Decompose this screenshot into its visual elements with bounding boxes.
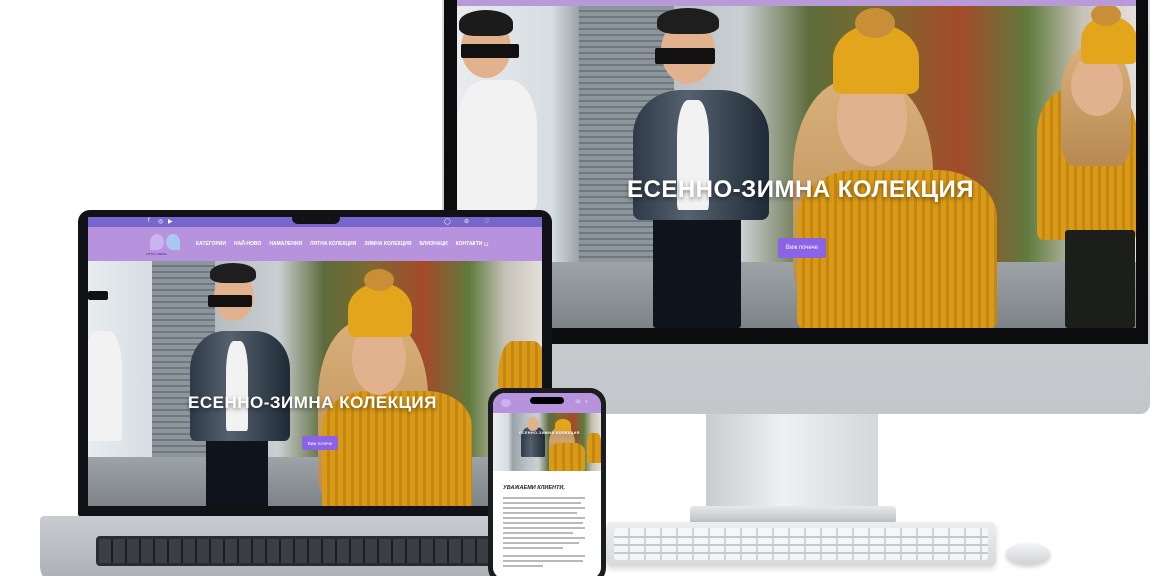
laptop-hero: ЕСЕННО-ЗИМНА КОЛЕКЦИЯ Виж почече: [88, 261, 542, 506]
notice-heading: УВАЖАЕМИ КЛИЕНТИ,: [503, 485, 565, 491]
notice-line: [503, 555, 585, 557]
nav-item-summer[interactable]: ЛЯТНА КОЛЕКЦИЯ: [310, 241, 356, 247]
cart-icon[interactable]: ⊘: [464, 218, 469, 225]
boy-hair: [657, 8, 719, 34]
notice-line: [503, 560, 583, 562]
site-logo[interactable]: LITTLE ANGEL: [146, 230, 186, 258]
notice-line: [503, 522, 583, 524]
device-mockup-stage: ЕСЕННО-ЗИМНА КОЛЕКЦИЯ Виж почече f ◎ ▶ ◯…: [0, 0, 1170, 576]
nav-item-twins[interactable]: БЛИЗНАЦИ: [419, 241, 447, 247]
site-nav: LITTLE ANGEL КАТЕГОРИИ НАЙ-НОВО НАМАЛЕНИ…: [88, 227, 542, 261]
boy-hair: [210, 263, 256, 283]
keyboard-row: [614, 544, 988, 546]
facebook-icon[interactable]: f: [148, 218, 150, 224]
notice-line: [503, 565, 543, 567]
boy-pants: [206, 433, 268, 506]
mobile-notice: УВАЖАЕМИ КЛИЕНТИ,: [493, 471, 601, 576]
notice-line: [503, 527, 585, 529]
cart-icon[interactable]: ⊔: [484, 241, 489, 248]
girl-knit-hat: [555, 419, 571, 431]
phone-dynamic-island: [530, 397, 564, 404]
phone-icon[interactable]: ☏: [575, 399, 581, 405]
youtube-icon[interactable]: ▶: [168, 218, 173, 225]
logo-wing-left: [150, 234, 164, 250]
notice-line: [503, 532, 573, 534]
hat-pompom: [855, 8, 895, 38]
left-boy-sunglasses: [461, 44, 519, 58]
phone-screen: ☏ ⌕ ЕСЕННО-ЗИМНА КОЛЕКЦИЯ УВАЖАЕМИ КЛИЕН…: [493, 393, 601, 576]
notice-line: [503, 502, 581, 504]
user-icon[interactable]: ◯: [444, 218, 451, 225]
left-boy-shirt: [457, 80, 537, 210]
right-girl-sweater: [587, 433, 601, 463]
pavement: [88, 457, 542, 506]
monitor-screen: ЕСЕННО-ЗИМНА КОЛЕКЦИЯ Виж почече: [457, 0, 1136, 328]
hat-pompom: [364, 269, 394, 291]
heart-icon[interactable]: ♡: [484, 218, 489, 225]
search-icon[interactable]: ⌕: [585, 399, 588, 405]
keyboard-row: [614, 536, 988, 538]
notice-line: [503, 517, 585, 519]
boy-sunglasses: [208, 295, 252, 307]
nav-item-sale[interactable]: НАМАЛЕНИЯ: [269, 241, 302, 247]
hero-image: [493, 413, 601, 471]
keyboard-row: [614, 552, 988, 554]
mobile-hero: ЕСЕННО-ЗИМНА КОЛЕКЦИЯ: [493, 413, 601, 471]
boy-shirt: [226, 341, 248, 431]
keyboard: [606, 522, 996, 566]
nav-strip: [457, 0, 1136, 6]
girl-knit-hat: [348, 283, 412, 337]
hero-cta-button[interactable]: Виж почече: [302, 436, 338, 450]
site-logo[interactable]: [501, 399, 511, 407]
laptop-keyboard: [96, 536, 536, 566]
left-boy-shirt: [88, 331, 122, 441]
notice-line: [503, 537, 585, 539]
boy-sunglasses: [655, 48, 715, 64]
search-icon[interactable]: ⌕: [472, 241, 475, 248]
left-boy-sunglasses: [88, 291, 108, 300]
notice-line: [503, 542, 579, 544]
monitor-stand-neck: [706, 414, 878, 510]
right-girl-pants: [1065, 230, 1135, 328]
boy-head: [527, 417, 539, 431]
boy-pants: [653, 210, 741, 328]
hero-title: ЕСЕННО-ЗИМНА КОЛЕКЦИЯ: [188, 393, 437, 412]
nav-item-newest[interactable]: НАЙ-НОВО: [234, 241, 261, 247]
logo-wing-right: [166, 234, 180, 250]
laptop-keys: [99, 539, 533, 563]
notice-line: [503, 507, 585, 509]
laptop-screen: f ◎ ▶ ◯ ⊘ ♡ LITTLE ANGEL КАТЕГОРИИ НАЙ-Н…: [88, 217, 542, 506]
nav-item-contacts[interactable]: КОНТАКТИ: [456, 241, 483, 247]
nav-item-categories[interactable]: КАТЕГОРИИ: [196, 241, 226, 247]
hero-title: ЕСЕННО-ЗИМНА КОЛЕКЦИЯ: [519, 431, 580, 435]
left-boy-hair: [459, 10, 513, 36]
notice-line: [503, 497, 585, 499]
hero-image: [457, 0, 1136, 328]
right-hat-pompom: [1091, 4, 1121, 26]
instagram-icon[interactable]: ◎: [158, 218, 163, 225]
logo-text: LITTLE ANGEL: [146, 252, 168, 256]
hero-cta-button[interactable]: Виж почече: [778, 238, 826, 258]
hero-image: [88, 261, 542, 506]
nav-menu: КАТЕГОРИИ НАЙ-НОВО НАМАЛЕНИЯ ЛЯТНА КОЛЕК…: [196, 241, 482, 247]
notice-line: [503, 547, 563, 549]
laptop-notch: [292, 212, 340, 224]
notice-line: [503, 512, 577, 514]
hero-title: ЕСЕННО-ЗИМНА КОЛЕКЦИЯ: [627, 176, 975, 203]
nav-item-winter[interactable]: ЗИМНА КОЛЕКЦИЯ: [364, 241, 411, 247]
mouse: [1006, 543, 1050, 565]
girl-sweater: [549, 443, 585, 471]
